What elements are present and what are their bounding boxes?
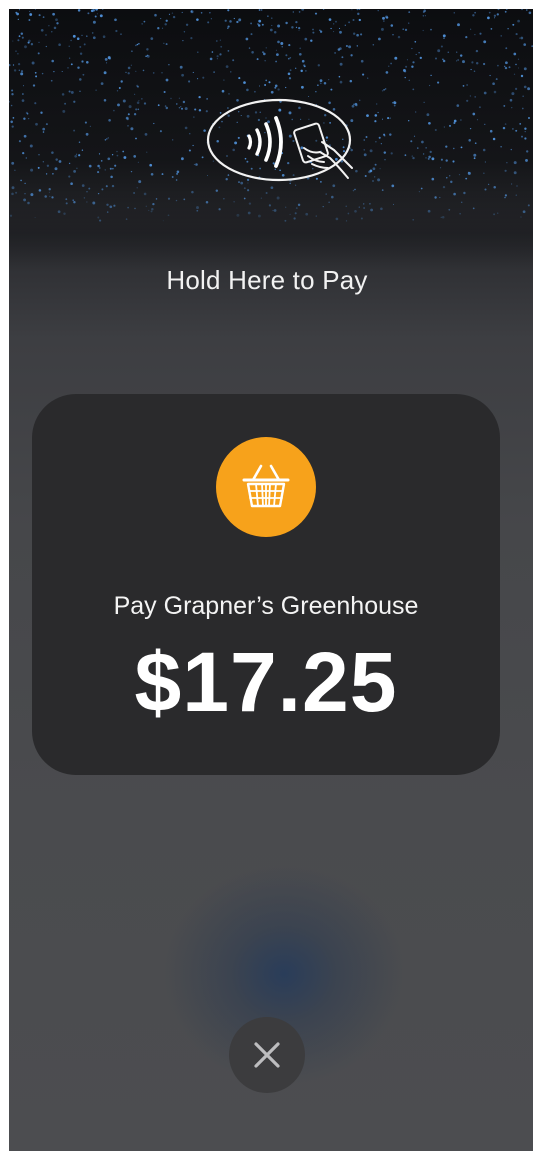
payment-amount: $17.25 [134, 635, 398, 729]
shopping-basket-icon [242, 464, 290, 508]
merchant-badge [216, 437, 316, 537]
payment-card: Pay Grapner’s Greenhouse $17.25 [32, 394, 500, 775]
close-button[interactable] [229, 1017, 305, 1093]
close-icon [254, 1042, 280, 1068]
contactless-reader-icon [206, 98, 353, 182]
merchant-label: Pay Grapner’s Greenhouse [113, 592, 419, 620]
hold-here-instruction: Hold Here to Pay [166, 265, 368, 295]
background-fade [9, 179, 533, 269]
